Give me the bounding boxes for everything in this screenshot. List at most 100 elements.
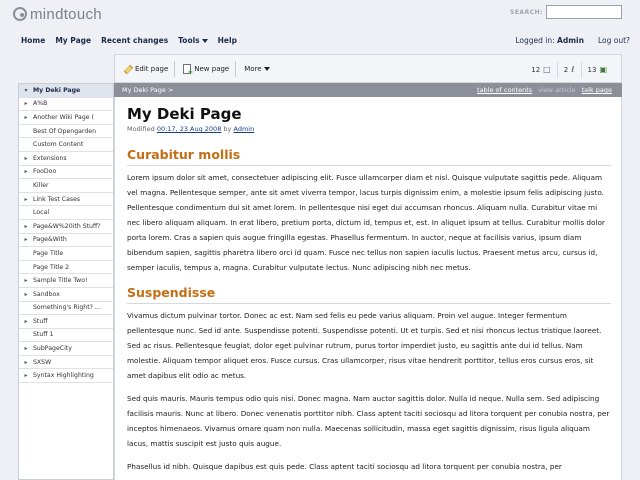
sidebar-item-label: Killer <box>33 181 49 189</box>
expand-icon[interactable]: ▸ <box>22 291 30 298</box>
expand-icon[interactable]: ▸ <box>22 155 30 162</box>
comment-bubble-icon: □ <box>543 65 551 74</box>
nav-tools[interactable]: Tools <box>178 35 208 45</box>
expand-icon[interactable]: ▸ <box>22 168 30 175</box>
expand-icon[interactable]: ▸ <box>22 359 30 366</box>
sidebar-item-label: Page Title <box>33 249 64 257</box>
sidebar-item[interactable]: ▾ My Deki Page <box>19 84 113 98</box>
author-link[interactable]: Admin <box>233 125 254 133</box>
sidebar-item[interactable]: Local <box>19 206 113 220</box>
logged-in-label: Logged in: <box>515 35 555 45</box>
sidebar-item[interactable]: ▸ Stuff <box>19 315 113 329</box>
sidebar-item[interactable]: ▸ Page&W%20ith Stuff? <box>19 220 113 234</box>
sidebar-item-label: A%B <box>33 100 48 108</box>
collapse-icon[interactable]: ▾ <box>22 87 30 94</box>
expand-icon[interactable]: ▸ <box>22 318 30 325</box>
expand-icon[interactable]: ▸ <box>22 114 30 121</box>
chevron-down-icon <box>201 38 208 43</box>
nav-my-page[interactable]: My Page <box>55 36 91 45</box>
logout-link[interactable]: Log out? <box>598 36 630 45</box>
comments-count-button[interactable]: 12 □ <box>525 62 556 78</box>
breadcrumb[interactable]: My Deki Page > <box>122 86 173 94</box>
sidebar-item-label: Page&With <box>33 236 67 244</box>
search-label: SEARCH: <box>510 9 544 16</box>
more-menu-button[interactable]: More <box>244 65 270 73</box>
sidebar-item-label: SubPageCity <box>33 345 72 353</box>
sidebar-item[interactable]: ▸ SubPageCity <box>19 342 113 356</box>
sidebar-item[interactable]: Page Title <box>19 247 113 261</box>
search-input[interactable] <box>546 5 622 19</box>
page-toolbar: Edit page New page More 12 □ 2 ℓ 13 ▣ <box>114 54 622 83</box>
new-page-label: New page <box>194 64 230 73</box>
sidebar-item[interactable]: ▸ Another Wiki Page ( <box>19 111 113 125</box>
files-count: 13 <box>587 65 597 74</box>
sidebar-item-label: Custom Content <box>33 141 84 149</box>
edit-page-button[interactable]: Edit page <box>123 64 168 73</box>
sidebar-item-label: Extensions <box>33 154 67 162</box>
files-count-button[interactable]: 13 ▣ <box>580 61 613 78</box>
edit-page-label: Edit page <box>135 64 169 73</box>
mindtouch-logo-icon <box>13 7 27 21</box>
toolbar-divider <box>174 60 176 77</box>
sidebar-item[interactable]: Page Title 2 <box>19 261 113 275</box>
modified-prefix: Modified <box>127 125 155 133</box>
sidebar-item[interactable]: Custom Content <box>19 138 113 152</box>
page-scrollbar[interactable] <box>622 54 640 480</box>
table-of-contents-link[interactable]: table of contents <box>477 86 532 94</box>
toolbar-divider <box>235 60 237 77</box>
sidebar-item-label: Sandbox <box>33 290 60 298</box>
article-content: My Deki Page Modified 00:17, 23 Aug 2008… <box>114 97 622 480</box>
section-heading: Curabitur mollis <box>127 147 611 166</box>
sidebar-item[interactable]: ▸ FooDoo <box>19 166 113 180</box>
talk-page-link[interactable]: talk page <box>582 86 612 94</box>
chevron-down-icon <box>263 66 270 71</box>
expand-icon[interactable]: ▸ <box>22 100 30 107</box>
sidebar-item[interactable]: Best Of Opengarden <box>19 125 113 139</box>
sidebar-item-label: Stuff 1 <box>33 331 54 339</box>
sidebar-item[interactable]: Stuff 1 <box>19 329 113 343</box>
nav-recent-changes[interactable]: Recent changes <box>101 36 168 45</box>
revision-date-link[interactable]: 00:17, 23 Aug 2008 <box>157 125 222 133</box>
sidebar-item[interactable]: ▸ Extensions <box>19 152 113 166</box>
expand-icon[interactable]: ▸ <box>22 277 30 284</box>
sidebar-item[interactable]: ▸ A%B <box>19 98 113 112</box>
page-tree-sidebar: ▾ My Deki Page ▸ A%B ▸ Another Wiki Page (Bes… <box>18 83 114 480</box>
sidebar-item-label: Sample Title Two! <box>33 277 88 285</box>
brand-logo[interactable]: mindtouch <box>13 4 102 24</box>
sidebar-item[interactable]: Something's Right? ... <box>19 302 113 316</box>
sidebar-item[interactable]: ▸ Link Test Cases <box>19 193 113 207</box>
sidebar-item[interactable]: ▸ Syntax Highlighting <box>19 369 113 384</box>
expand-icon[interactable]: ▸ <box>22 196 30 203</box>
user-link[interactable]: Admin <box>557 36 584 45</box>
attachments-count: 2 <box>563 65 569 74</box>
sidebar-item-label: Best Of Opengarden <box>33 127 97 135</box>
sidebar-item[interactable]: ▸ SXSW <box>19 356 113 370</box>
image-icon: ▣ <box>599 65 607 74</box>
page-title: My Deki Page <box>127 105 242 123</box>
expand-icon[interactable]: ▸ <box>22 372 30 379</box>
nav-tools-label: Tools <box>178 35 200 45</box>
sidebar-item[interactable]: ▸ Sandbox <box>19 288 113 302</box>
nav-home[interactable]: Home <box>21 36 45 45</box>
sidebar-item[interactable]: Killer <box>19 179 113 193</box>
view-article-link: view article <box>538 86 576 94</box>
expand-icon[interactable]: ▸ <box>22 236 30 243</box>
attachments-count-button[interactable]: 2 ℓ <box>556 61 581 78</box>
modified-by: by <box>223 125 232 133</box>
sidebar-item[interactable]: ▸ Sample Title Two! <box>19 274 113 288</box>
sidebar-item-label: Something's Right? ... <box>33 304 101 312</box>
paperclip-icon: ℓ <box>571 65 575 74</box>
sidebar-item-label: FooDoo <box>33 168 57 176</box>
comments-count: 12 <box>531 65 541 74</box>
sidebar-item[interactable]: ▸ Page&With <box>19 234 113 248</box>
expand-icon[interactable]: ▸ <box>22 223 30 230</box>
nav-help[interactable]: Help <box>218 36 237 45</box>
modified-info: Modified 00:17, 23 Aug 2008 by Admin <box>127 125 611 133</box>
new-page-button[interactable]: New page <box>183 63 230 76</box>
paragraph: Lorem ipsum dolor sit amet, consectetuer… <box>127 173 605 272</box>
paragraph: Vivamus dictum pulvinar tortor. Donec ac… <box>127 311 602 380</box>
sidebar-item-label: Link Test Cases <box>33 195 81 203</box>
paragraph: Phasellus id nibh. Quisque dapibus est q… <box>127 462 562 471</box>
expand-icon[interactable]: ▸ <box>22 345 30 352</box>
sidebar-item-label: Page&W%20ith Stuff? <box>33 222 101 230</box>
